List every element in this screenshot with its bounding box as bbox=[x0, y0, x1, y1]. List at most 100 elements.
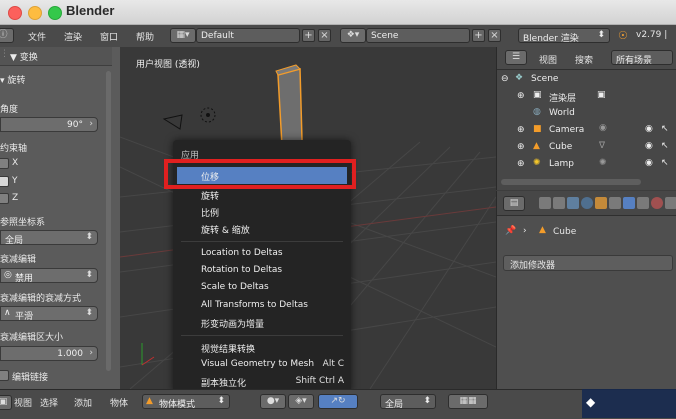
scene-add-button[interactable]: + bbox=[472, 29, 485, 42]
scene-tab-icon[interactable] bbox=[567, 197, 579, 209]
shading-icon[interactable]: ●▾ bbox=[260, 394, 286, 409]
menu-item-scale-to-deltas[interactable]: Scale to Deltas bbox=[173, 279, 351, 296]
menu-object[interactable]: 物体 bbox=[110, 396, 128, 409]
proportional-size-field[interactable]: 1.000 › bbox=[0, 346, 98, 361]
outliner-filter-select[interactable]: 所有场景 bbox=[611, 50, 673, 66]
cube-icon: ▲ bbox=[539, 225, 546, 235]
orientation-select[interactable]: 全局 ⬍ bbox=[380, 394, 436, 410]
scene-remove-button[interactable]: × bbox=[488, 29, 501, 42]
layout-remove-button[interactable]: × bbox=[318, 29, 331, 42]
tool-shelf-scrollbar[interactable] bbox=[106, 71, 111, 371]
outliner-row-lamp[interactable]: ⊕ ✺ Lamp ✺ ◉ ↖ bbox=[497, 156, 673, 173]
add-modifier-button[interactable]: 添加修改器 bbox=[503, 255, 673, 271]
properties-panel: ▤ 📌 › ▲ Cube 添加修改器 bbox=[496, 191, 676, 389]
pin-icon[interactable]: 📌 bbox=[505, 226, 516, 236]
scene-icon[interactable]: ❖▾ bbox=[340, 28, 366, 43]
properties-tabs: ▤ bbox=[497, 191, 676, 216]
manipulator-icon[interactable]: ↗↻ bbox=[318, 394, 358, 409]
outliner-row-world[interactable]: ◍ World bbox=[497, 105, 673, 122]
edit-linked-checkbox[interactable] bbox=[0, 370, 9, 381]
editor-type-icon[interactable]: ⓘ bbox=[0, 28, 14, 43]
render-engine-select[interactable]: Blender 渲染 ⬍ bbox=[518, 28, 610, 44]
selectable-cursor-icon[interactable]: ↖ bbox=[661, 158, 669, 168]
menu-add[interactable]: 添加 bbox=[74, 396, 92, 409]
axis-z-label: Z bbox=[12, 193, 19, 203]
outliner-header: ☰ 视图 搜索 所有场景 bbox=[497, 47, 676, 70]
constraints-tab-icon[interactable] bbox=[609, 197, 621, 209]
layout-field[interactable]: Default bbox=[196, 28, 300, 43]
target-icon: ◎ bbox=[4, 270, 12, 280]
modifiers-tab-icon[interactable] bbox=[623, 197, 635, 209]
menu-item-visual-transform[interactable]: 视觉结果转换 bbox=[173, 339, 351, 356]
outliner-search-menu[interactable]: 搜索 bbox=[575, 53, 593, 66]
menu-item-visual-geometry[interactable]: Visual Geometry to Mesh Alt C bbox=[173, 356, 351, 373]
world-tab-icon[interactable] bbox=[581, 197, 593, 209]
falloff-select[interactable]: ∧ 平滑 ⬍ bbox=[0, 306, 98, 322]
scene-field[interactable]: Scene bbox=[366, 28, 470, 43]
menu-item-make-single-user[interactable]: 副本独立化 Shift Ctrl A bbox=[173, 373, 351, 390]
outliner-view-menu[interactable]: 视图 bbox=[539, 53, 557, 66]
visibility-eye-icon[interactable]: ◉ bbox=[645, 158, 653, 168]
mode-select[interactable]: ▲ 物体模式 ⬍ bbox=[142, 394, 230, 410]
info-header: ⓘ 文件 渲染 窗口 帮助 ▦▾ Default + × ❖▾ Scene + … bbox=[0, 25, 676, 48]
data-tab-icon[interactable] bbox=[637, 197, 649, 209]
menu-view[interactable]: 视图 bbox=[14, 396, 32, 409]
panel-title-transform[interactable]: ▼ 变换 bbox=[10, 50, 38, 63]
layout-add-button[interactable]: + bbox=[302, 29, 315, 42]
outliner-row-render-layers[interactable]: ⊕ ▣ 渲染层 ▣ bbox=[497, 88, 673, 105]
watermark-logo-icon: ◆ bbox=[586, 395, 596, 409]
render-layer-toggle-icon[interactable]: ▣ bbox=[597, 90, 606, 100]
menu-separator bbox=[181, 241, 343, 242]
render-tab-icon[interactable] bbox=[539, 197, 551, 209]
outliner-row-scene[interactable]: ⊖ ❖ Scene bbox=[497, 71, 673, 88]
outliner-editor-icon[interactable]: ☰ bbox=[505, 50, 527, 65]
menu-help[interactable]: 帮助 bbox=[136, 30, 154, 43]
mesh-data-icon[interactable]: ∇ bbox=[599, 141, 605, 151]
rotate-operator-label: ▾ 旋转 bbox=[0, 76, 26, 86]
menu-item-all-to-deltas[interactable]: All Transforms to Deltas bbox=[173, 297, 351, 314]
layout-grid-icon[interactable]: ▦▾ bbox=[170, 28, 196, 43]
view3d-editor-icon[interactable]: ▣ bbox=[0, 395, 12, 410]
proportional-edit-select[interactable]: ◎ 禁用 ⬍ bbox=[0, 268, 98, 284]
selectable-cursor-icon[interactable]: ↖ bbox=[661, 124, 669, 134]
menu-item-rotation-scale[interactable]: 旋转 & 缩放 bbox=[173, 220, 351, 237]
menu-render[interactable]: 渲染 bbox=[64, 30, 82, 43]
lamp-data-icon[interactable]: ✺ bbox=[599, 158, 607, 168]
outliner-row-cube[interactable]: ⊕ ▲ Cube ∇ ◉ ↖ bbox=[497, 139, 673, 156]
visibility-eye-icon[interactable]: ◉ bbox=[645, 124, 653, 134]
axis-x-checkbox[interactable] bbox=[0, 158, 9, 169]
menu-item-rotation-to-deltas[interactable]: Rotation to Deltas bbox=[173, 262, 351, 279]
outliner-row-camera[interactable]: ⊕ ■ Camera ◉ ◉ ↖ bbox=[497, 122, 673, 139]
texture-tab-icon[interactable] bbox=[665, 197, 676, 209]
properties-editor-icon[interactable]: ▤ bbox=[503, 196, 525, 211]
menu-select[interactable]: 选择 bbox=[40, 396, 58, 409]
axis-y-checkbox[interactable] bbox=[0, 176, 9, 187]
window-titlebar: Blender bbox=[0, 0, 676, 25]
menu-window[interactable]: 窗口 bbox=[100, 30, 118, 43]
menu-file[interactable]: 文件 bbox=[28, 30, 46, 43]
viewport-header: ▣ 视图 选择 添加 物体 ▲ 物体模式 ⬍ ●▾ ◈▾ ↗↻ 全局 ⬍ ▦▦ bbox=[0, 389, 676, 419]
camera-data-icon[interactable]: ◉ bbox=[599, 123, 607, 133]
pivot-icon[interactable]: ◈▾ bbox=[288, 394, 314, 409]
close-window-button[interactable] bbox=[8, 6, 22, 20]
material-tab-icon[interactable] bbox=[651, 197, 663, 209]
layers-icon[interactable]: ▦▦ bbox=[448, 394, 488, 409]
falloff-curve-icon: ∧ bbox=[4, 308, 11, 318]
render-layers-tab-icon[interactable] bbox=[553, 197, 565, 209]
visibility-eye-icon[interactable]: ◉ bbox=[645, 141, 653, 151]
object-tab-icon[interactable] bbox=[595, 197, 607, 209]
lamp-icon: ✺ bbox=[533, 158, 541, 168]
zoom-window-button[interactable] bbox=[48, 6, 62, 20]
menu-item-scale[interactable]: 比例 bbox=[173, 203, 351, 220]
orientation-select[interactable]: 全局 ⬍ bbox=[0, 230, 98, 246]
angle-field[interactable]: 90° › bbox=[0, 117, 98, 132]
axis-z-checkbox[interactable] bbox=[0, 193, 9, 204]
axis-y-label: Y bbox=[12, 176, 18, 186]
minimize-window-button[interactable] bbox=[28, 6, 42, 20]
outliner-scrollbar[interactable] bbox=[501, 179, 641, 185]
menu-item-animated-transforms[interactable]: 形变动画为增量 bbox=[173, 314, 351, 331]
menu-item-location-to-deltas[interactable]: Location to Deltas bbox=[173, 245, 351, 262]
expand-plus-icon: ⊕ bbox=[517, 91, 525, 101]
selectable-cursor-icon[interactable]: ↖ bbox=[661, 141, 669, 151]
proportional-size-label: 衰减编辑区大小 bbox=[0, 333, 64, 343]
